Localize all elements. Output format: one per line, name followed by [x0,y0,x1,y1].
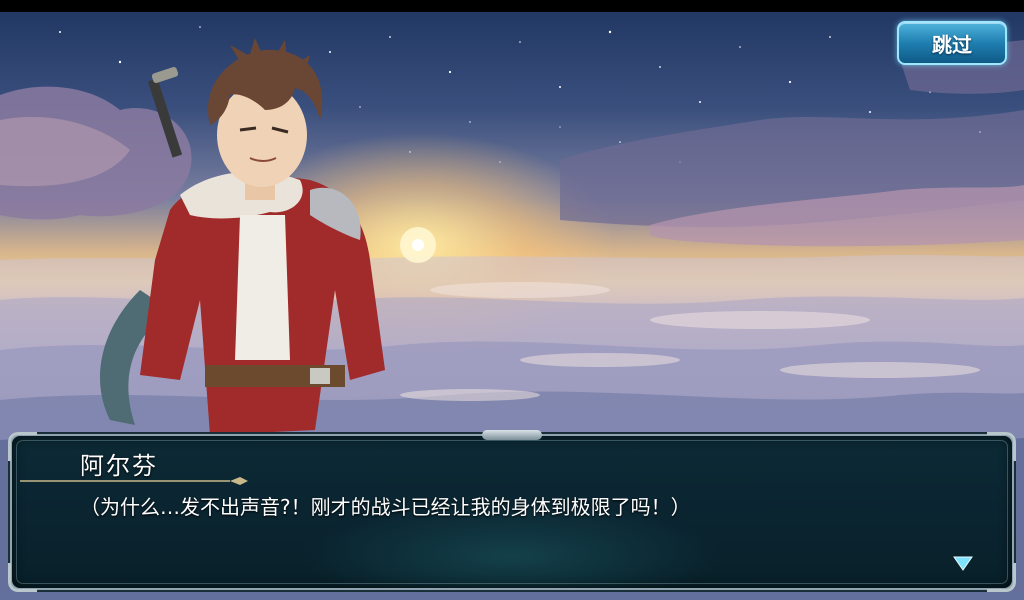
frame-top-ornament [482,430,542,440]
name-underline-ornament [20,477,248,485]
dialog-text: （为什么…发不出声音?！刚才的战斗已经让我的身体到极限了吗！） [80,495,691,519]
frame-corner-ornament [987,563,1016,592]
frame-corner-ornament [8,563,37,592]
character-portrait [100,38,385,435]
skip-button[interactable]: 跳过 [897,21,1007,65]
frame-corner-ornament [8,432,37,461]
game-scene: 跳过 阿尔芬 （为什么…发不出声音?！刚才的战斗已经让我的身体到极限了吗！） [0,0,1024,600]
dialog-box[interactable]: 阿尔芬 （为什么…发不出声音?！刚才的战斗已经让我的身体到极限了吗！） [8,430,1016,592]
frame-corner-ornament [987,432,1016,461]
triangle-down-icon[interactable] [952,554,974,572]
